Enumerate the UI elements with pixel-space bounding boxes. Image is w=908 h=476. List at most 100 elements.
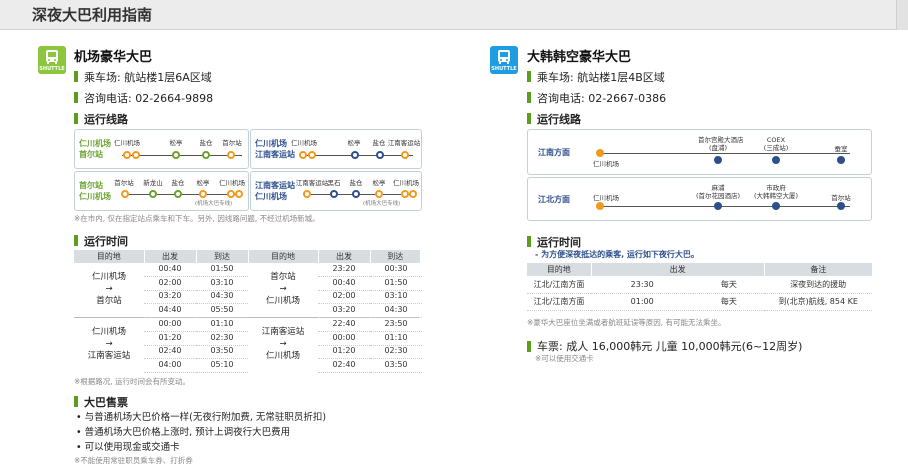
col-header: 备注 — [764, 263, 872, 276]
route-label: 江北方面 — [538, 195, 570, 204]
table-cell: 每天 — [693, 276, 765, 294]
timetable-time: 00:40 — [318, 278, 370, 291]
bullet-bar — [527, 236, 531, 247]
timetable-time: 22:40 — [318, 319, 370, 332]
station-dot — [351, 151, 359, 159]
left-route-note: ※在市内, 仅在指定站点乘车和下车。另外, 因线路问题, 不经过机场新城。 — [74, 214, 320, 223]
station-label: 松亭 — [169, 139, 183, 147]
table-cell: 到(北京)航线, 854 KE — [764, 293, 872, 311]
table-cell: 01:00 — [591, 293, 694, 311]
left-fare-note: ※不能使用常驻职员乘车券、打折券 — [74, 456, 193, 465]
station-dot — [772, 156, 780, 164]
table-cell: 深夜到达的援助 — [764, 276, 872, 294]
timetable-time: 02:30 — [196, 333, 248, 346]
timetable-time: 01:50 — [370, 278, 422, 291]
bullet-bar — [74, 396, 78, 407]
timetable-dest: 首尔站 → 仁川机场 — [265, 272, 300, 306]
bullet-bar — [527, 92, 531, 103]
station-dot — [202, 151, 210, 159]
station-dot — [172, 151, 180, 159]
timetable-time: 02:00 — [318, 291, 370, 304]
timetable-time: 00:00 — [318, 333, 370, 346]
table-cell: 江北/江南方面 — [527, 276, 591, 294]
station-label: 仁川机场 — [219, 179, 245, 187]
timetable-dest: 江南客运站 → 仁川机场 — [261, 327, 305, 361]
timetable-time: 01:10 — [370, 333, 422, 346]
timetable-time: 03:10 — [196, 278, 248, 291]
station-dot — [132, 151, 140, 159]
station-dot — [121, 190, 129, 198]
right-fare: 车票: 成人 16,000韩元 儿童 10,000韩元(6~12周岁) — [537, 340, 803, 353]
station-label: 新龙山 — [143, 179, 163, 187]
station-dot — [375, 190, 383, 198]
timetable-time: 02:40 — [144, 346, 196, 359]
col-header: 到达 — [370, 250, 420, 263]
station-dot — [401, 190, 409, 198]
col-header: 目的地 — [527, 263, 592, 276]
station-dot — [308, 151, 316, 159]
timetable-dest: 仁川机场 → 首尔站 — [91, 272, 126, 306]
station-dot — [299, 151, 307, 159]
shuttle-label: SHUTTLE — [491, 66, 517, 72]
bullet-bar — [74, 71, 78, 82]
timetable-time: 01:20 — [318, 346, 370, 359]
station-label: 仁川机场 — [593, 194, 619, 202]
page-header: 深夜大巴利用指南 — [0, 0, 908, 30]
right-fare-note: ※可以使用交通卡 — [535, 354, 594, 363]
station-label: 盐仓 — [171, 179, 185, 187]
timetable-time: 04:30 — [196, 291, 248, 304]
timetable-time: 05:50 — [196, 305, 248, 318]
col-header: 出发 — [591, 263, 765, 276]
table-cell: 每天 — [693, 293, 765, 311]
station-label: 仁川机场 — [393, 179, 419, 187]
bullet-bar — [527, 71, 531, 82]
page-title: 深夜大巴利用指南 — [32, 6, 153, 24]
timetable-time: 02:30 — [370, 346, 422, 359]
right-time-sub: - 为方便深夜抵达的乘客, 运行如下夜行大巴。 — [535, 250, 699, 259]
station-label: 仁川机场 — [291, 139, 317, 147]
fare-item: • 与普通机场大巴价格一样(无夜行附加费, 无常驻职员折扣) — [76, 412, 327, 423]
timetable-time: 00:40 — [144, 264, 196, 277]
station-label: 麻浦 (首尔花园酒店) — [696, 184, 741, 200]
station-dot — [235, 190, 243, 198]
timetable-time: 03:20 — [144, 291, 196, 304]
timetable-time: 04:40 — [144, 305, 196, 318]
station-dot — [149, 190, 157, 198]
bullet-bar — [74, 92, 78, 103]
timetable-dest: 仁川机场 → 江南客运站 — [87, 327, 131, 361]
bullet-bar — [527, 113, 531, 124]
timetable-time: 03:50 — [196, 346, 248, 359]
station-dot — [352, 190, 360, 198]
col-header: 出发 — [318, 250, 371, 263]
station-dot — [401, 151, 409, 159]
right-stop: 乘车场: 航站楼1层4B区域 — [537, 71, 665, 84]
timetable-time: 01:10 — [196, 319, 248, 332]
station-dot — [714, 156, 722, 164]
station-dot — [227, 190, 235, 198]
timetable-time: 00:30 — [370, 264, 422, 277]
station-dot — [330, 190, 338, 198]
route-to: 首尔站 — [79, 150, 103, 159]
left-timetable: 目的地 出发 到达 目的地 出发 到达 — [74, 250, 420, 263]
timetable-time: 04:00 — [144, 360, 196, 373]
left-phone: 咨询电话: 02-2664-9898 — [84, 92, 214, 105]
timetable-time: 23:50 — [370, 319, 422, 332]
station-label: 市政府 (大韩韩空大厦) — [754, 184, 799, 200]
station-label: 首尔站 — [114, 179, 134, 187]
timetable-time: 01:20 — [144, 333, 196, 346]
shuttle-label: SHUTTLE — [39, 66, 65, 72]
route-card: 仁川机场 江南客运站 仁川机场 松亭 盐仓 江南客运站 — [250, 129, 422, 169]
bus-icon: SHUTTLE — [490, 46, 518, 74]
route-to: 江南客运站 — [255, 150, 295, 159]
station-label: 松亭 — [196, 179, 210, 187]
left-time-note: ※根据路况, 运行时间会有所变动。 — [74, 377, 191, 386]
right-phone: 咨询电话: 02-2667-0386 — [537, 92, 667, 105]
timetable-time: 04:30 — [370, 305, 422, 318]
station-dot — [714, 202, 722, 210]
timetable-body: 仁川机场 → 首尔站 首尔站 → 仁川机场 仁川机场 → 江南客运站 江南客运站 → 仁川机场 … — [74, 263, 422, 373]
station-label: 蚕室 — [834, 145, 848, 153]
station-dot — [376, 151, 384, 159]
col-header: 目的地 — [248, 250, 319, 263]
station-dot — [409, 190, 417, 198]
left-service-title: 机场豪华大巴 — [74, 50, 153, 65]
